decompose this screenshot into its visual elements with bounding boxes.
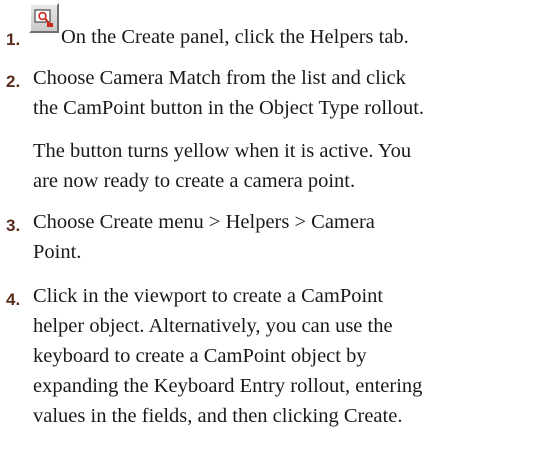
step-number: 2. <box>6 72 21 91</box>
step-line: expanding the Keyboard Entry rollout, en… <box>33 375 423 397</box>
step-text: Choose Create menu > Helpers > Camera Po… <box>33 207 533 267</box>
note-line: The button turns yellow when it is activ… <box>33 140 412 162</box>
note-text: The button turns yellow when it is activ… <box>33 136 533 196</box>
step-line: Click in the viewport to create a CamPoi… <box>33 285 384 307</box>
step-line: Point. <box>33 241 82 263</box>
step-text: Click in the viewport to create a CamPoi… <box>33 281 533 431</box>
step-line: values in the fields, and then clicking … <box>33 405 403 427</box>
step-number: 1. <box>6 30 21 49</box>
instruction-document: 1. On the Create panel, click the Helper… <box>0 0 539 469</box>
step-number: 3. <box>6 216 21 235</box>
step-text: On the Create panel, click the Helpers t… <box>61 22 539 52</box>
step-line: the CamPoint button in the Object Type r… <box>33 97 425 119</box>
step-line: Choose Camera Match from the list and cl… <box>33 67 406 89</box>
magnifier-helper-icon <box>34 9 53 27</box>
step-line: helper object. Alternatively, you can us… <box>33 315 393 337</box>
step-line: keyboard to create a CamPoint object by <box>33 345 367 367</box>
step-number: 4. <box>6 290 21 309</box>
note-line: are now ready to create a camera point. <box>33 170 356 192</box>
helpers-tab-icon[interactable] <box>29 3 59 33</box>
step-line: On the Create panel, click the Helpers t… <box>61 26 409 48</box>
step-text: Choose Camera Match from the list and cl… <box>33 63 533 123</box>
step-line: Choose Create menu > Helpers > Camera <box>33 211 375 233</box>
